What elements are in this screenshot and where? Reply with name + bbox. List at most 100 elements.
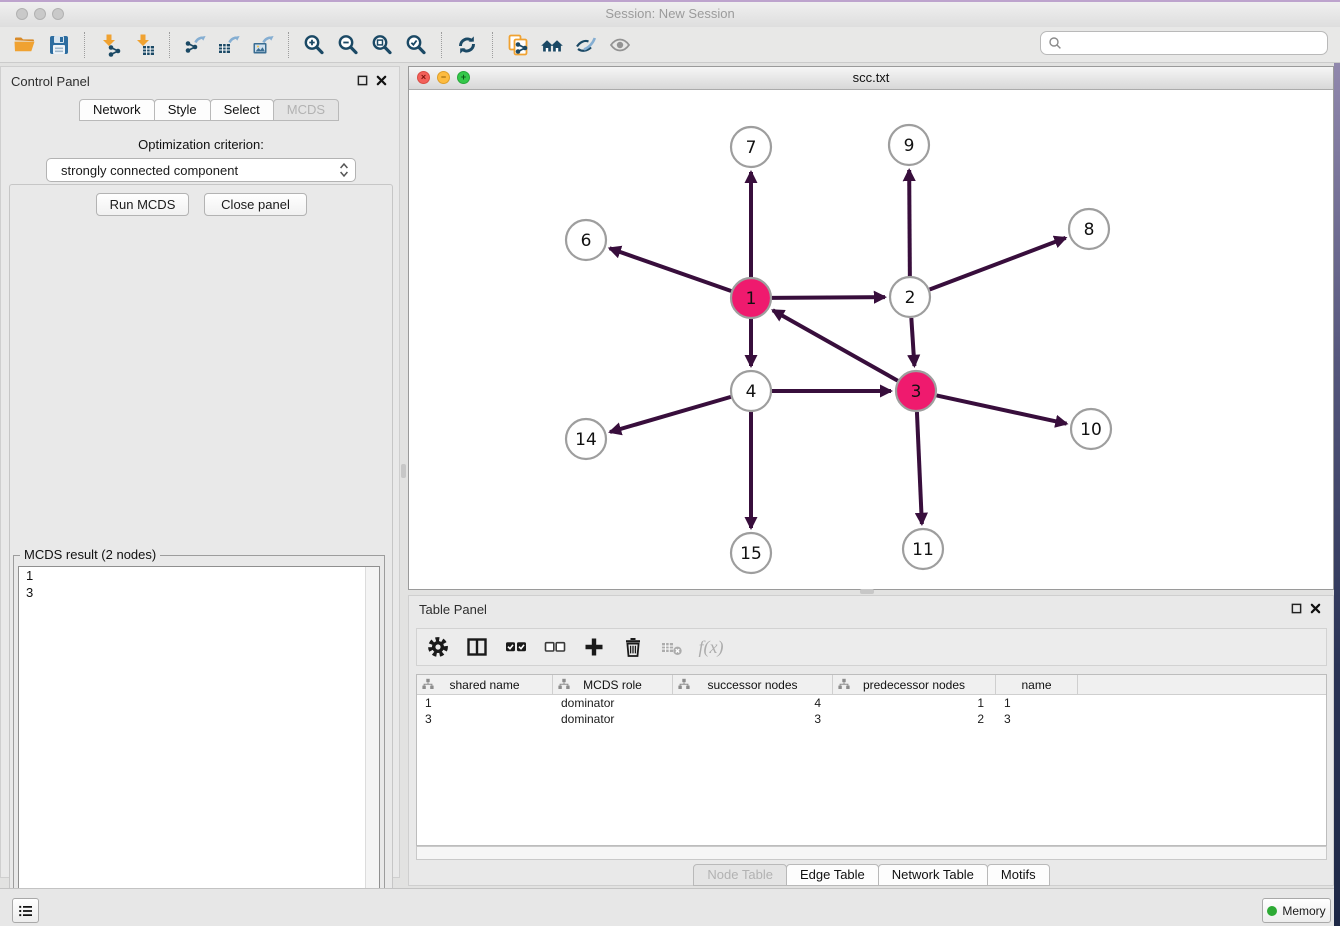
- network-window-titlebar: × − + scc.txt: [409, 67, 1333, 90]
- clone-network-button[interactable]: [501, 30, 535, 60]
- desktop-edge-right: [1334, 63, 1340, 926]
- export-network-button[interactable]: [178, 30, 212, 60]
- memory-button-label: Memory: [1282, 904, 1325, 918]
- cell-successor-nodes[interactable]: 3: [673, 711, 833, 727]
- close-control-panel-button[interactable]: [376, 75, 387, 86]
- tab-style[interactable]: Style: [154, 99, 211, 121]
- tab-network-table[interactable]: Network Table: [878, 864, 988, 886]
- save-session-button[interactable]: [42, 30, 76, 60]
- tab-edge-table[interactable]: Edge Table: [786, 864, 879, 886]
- eye-button: [603, 30, 637, 60]
- table-row[interactable]: 1dominator411: [417, 695, 1326, 711]
- graph-node-label-2: 2: [905, 288, 916, 308]
- horizontal-splitter-handle[interactable]: [860, 589, 874, 594]
- toolbar-separator: [288, 32, 289, 58]
- graph-edge-2-3[interactable]: [911, 318, 914, 366]
- memory-button[interactable]: Memory: [1262, 898, 1331, 923]
- column-header-label: shared name: [449, 678, 519, 692]
- open-file-button[interactable]: [8, 30, 42, 60]
- graph-edge-3-1[interactable]: [773, 310, 898, 380]
- houses-button[interactable]: [535, 30, 569, 60]
- table-row[interactable]: 3dominator323: [417, 711, 1326, 727]
- optimization-criterion-value: strongly connected component: [61, 163, 339, 178]
- add-column-icon: [582, 635, 606, 659]
- column-header-successor-nodes[interactable]: successor nodes: [673, 675, 833, 694]
- column-header-predecessor-nodes[interactable]: predecessor nodes: [833, 675, 996, 694]
- import-network-button[interactable]: [93, 30, 127, 60]
- add-column-button[interactable]: [581, 632, 607, 662]
- tab-mcds[interactable]: MCDS: [273, 99, 339, 121]
- eye-icon: [608, 33, 632, 57]
- refresh-button[interactable]: [450, 30, 484, 60]
- column-type-icon: [678, 678, 690, 690]
- graph-edge-1-2[interactable]: [772, 297, 885, 298]
- cell-mcds-role[interactable]: dominator: [553, 695, 673, 711]
- vertical-splitter-handle[interactable]: [401, 464, 406, 478]
- graph-edge-2-8[interactable]: [930, 238, 1066, 290]
- task-history-button[interactable]: [12, 898, 39, 923]
- eye-slash-button[interactable]: [569, 30, 603, 60]
- cell-predecessor-nodes[interactable]: 1: [833, 695, 996, 711]
- cell-predecessor-nodes[interactable]: 2: [833, 711, 996, 727]
- export-table-icon: [217, 33, 241, 57]
- tab-node-table[interactable]: Node Table: [693, 864, 787, 886]
- graph-edge-3-10[interactable]: [937, 395, 1067, 423]
- zoom-out-icon: [336, 33, 360, 57]
- zoom-fit-button[interactable]: [365, 30, 399, 60]
- network-canvas[interactable]: 1234678910111415: [409, 89, 1333, 589]
- graph-node-label-7: 7: [746, 138, 757, 158]
- settings-gear-button[interactable]: [425, 632, 451, 662]
- tab-select[interactable]: Select: [210, 99, 274, 121]
- delete-table-icon: [660, 635, 684, 659]
- column-type-icon: [558, 678, 570, 690]
- network-window-title: scc.txt: [409, 67, 1333, 88]
- cell-name[interactable]: 1: [996, 695, 1078, 711]
- close-panel-button[interactable]: Close panel: [204, 193, 307, 216]
- delete-column-button[interactable]: [620, 632, 646, 662]
- optimization-criterion-select[interactable]: strongly connected component: [46, 158, 356, 182]
- graph-node-label-6: 6: [581, 231, 592, 251]
- tab-motifs[interactable]: Motifs: [987, 864, 1050, 886]
- select-all-columns-icon: [504, 635, 528, 659]
- clone-network-icon: [506, 33, 530, 57]
- tab-network[interactable]: Network: [79, 99, 155, 121]
- float-control-panel-button[interactable]: [357, 75, 368, 86]
- cell-successor-nodes[interactable]: 4: [673, 695, 833, 711]
- graph-edge-3-11[interactable]: [917, 412, 922, 524]
- split-columns-button[interactable]: [464, 632, 490, 662]
- cell-shared-name[interactable]: 3: [417, 711, 553, 727]
- search-box[interactable]: [1040, 31, 1328, 55]
- import-table-button[interactable]: [127, 30, 161, 60]
- split-columns-icon: [465, 635, 489, 659]
- column-header-shared-name[interactable]: shared name: [417, 675, 553, 694]
- mcds-result-node: 3: [19, 584, 379, 601]
- result-scrollbar[interactable]: [365, 567, 379, 926]
- export-image-button[interactable]: [246, 30, 280, 60]
- graph-node-label-1: 1: [746, 289, 757, 309]
- graph-edge-1-6[interactable]: [610, 248, 732, 291]
- zoom-in-button[interactable]: [297, 30, 331, 60]
- export-network-icon: [183, 33, 207, 57]
- column-header-mcds-role[interactable]: MCDS role: [553, 675, 673, 694]
- search-input[interactable]: [1066, 35, 1320, 52]
- graph-edge-2-9[interactable]: [909, 170, 910, 276]
- cell-mcds-role[interactable]: dominator: [553, 711, 673, 727]
- application-window: Session: New Session Control Panel Netwo…: [0, 0, 1340, 926]
- cell-shared-name[interactable]: 1: [417, 695, 553, 711]
- column-header-name[interactable]: name: [996, 675, 1078, 694]
- import-network-icon: [98, 33, 122, 57]
- close-table-panel-button[interactable]: [1310, 603, 1321, 614]
- network-view-window: × − + scc.txt 1234678910111415: [408, 66, 1334, 590]
- deselect-all-columns-button[interactable]: [542, 632, 568, 662]
- toolbar-separator: [169, 32, 170, 58]
- graph-edge-4-14[interactable]: [610, 397, 731, 432]
- run-mcds-button[interactable]: Run MCDS: [96, 193, 189, 216]
- zoom-out-button[interactable]: [331, 30, 365, 60]
- mcds-result-list[interactable]: 13: [18, 566, 380, 926]
- export-table-button[interactable]: [212, 30, 246, 60]
- zoom-selected-button[interactable]: [399, 30, 433, 60]
- table-horizontal-scrollbar[interactable]: [416, 846, 1327, 860]
- select-all-columns-button[interactable]: [503, 632, 529, 662]
- cell-name[interactable]: 3: [996, 711, 1078, 727]
- float-table-panel-button[interactable]: [1291, 603, 1302, 614]
